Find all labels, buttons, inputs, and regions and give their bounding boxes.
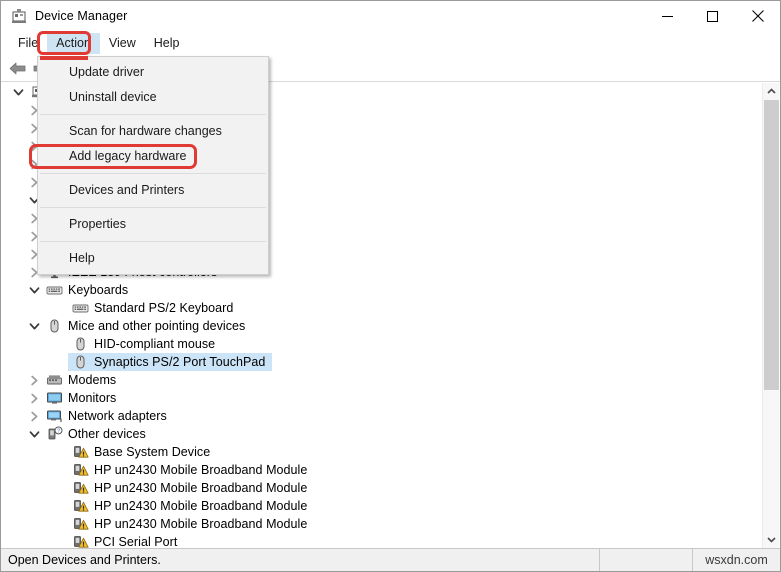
status-divider xyxy=(599,549,600,571)
menu-item-add-legacy-hardware[interactable]: Add legacy hardware xyxy=(38,144,268,169)
tree-item[interactable]: HID-compliant mouse xyxy=(2,335,762,353)
menu-file[interactable]: File xyxy=(9,33,47,54)
unknown-device-warning-icon xyxy=(72,498,89,514)
scroll-down-button[interactable] xyxy=(763,531,779,548)
tree-item[interactable]: Keyboards xyxy=(2,281,762,299)
menu-separator xyxy=(40,207,266,208)
menu-item-update-driver[interactable]: Update driver xyxy=(38,60,268,85)
monitor-icon xyxy=(46,390,63,406)
unknown-device-warning-icon xyxy=(72,462,89,478)
window-title: Device Manager xyxy=(35,9,128,23)
tree-item-label: HP un2430 Mobile Broadband Module xyxy=(94,517,308,531)
menu-action[interactable]: Action xyxy=(47,33,100,54)
tree-item-label: Mice and other pointing devices xyxy=(68,319,246,333)
tree-item-label: PCI Serial Port xyxy=(94,535,178,548)
menu-separator xyxy=(40,241,266,242)
mouse-icon xyxy=(72,336,89,352)
back-arrow-icon[interactable] xyxy=(5,58,29,80)
unknown-device-warning-icon xyxy=(72,444,89,460)
tree-item-label: HP un2430 Mobile Broadband Module xyxy=(94,499,308,513)
tree-item-label: Base System Device xyxy=(94,445,211,459)
keyboard-icon xyxy=(46,282,63,298)
menu-item-devices-and-printers[interactable]: Devices and Printers xyxy=(38,178,268,203)
menu-view[interactable]: View xyxy=(100,33,145,54)
tree-item[interactable]: HP un2430 Mobile Broadband Module xyxy=(2,497,762,515)
tree-item-selected[interactable]: Synaptics PS/2 Port TouchPad xyxy=(2,353,762,371)
menu-help[interactable]: Help xyxy=(145,33,189,54)
unknown-device-icon: ? xyxy=(46,426,63,442)
action-dropdown-menu[interactable]: Update driver Uninstall device Scan for … xyxy=(37,56,269,275)
chevron-right-icon[interactable] xyxy=(28,374,40,386)
svg-text:?: ? xyxy=(57,429,60,435)
tree-item[interactable]: Base System Device xyxy=(2,443,762,461)
device-manager-window: Device Manager File Action View Help Key… xyxy=(0,0,781,572)
menu-bar: File Action View Help xyxy=(1,31,780,56)
scrollbar-thumb[interactable] xyxy=(764,100,779,390)
chevron-down-icon[interactable] xyxy=(28,428,40,440)
chevron-down-icon[interactable] xyxy=(12,86,24,98)
mouse-icon xyxy=(46,318,63,334)
minimize-button[interactable] xyxy=(645,1,690,31)
tree-item[interactable]: Mice and other pointing devices xyxy=(2,317,762,335)
device-manager-icon xyxy=(11,8,27,24)
tree-item[interactable]: HP un2430 Mobile Broadband Module xyxy=(2,515,762,533)
unknown-device-warning-icon xyxy=(72,480,89,496)
tree-item-label: Synaptics PS/2 Port TouchPad xyxy=(94,355,266,369)
status-message: Open Devices and Printers. xyxy=(8,553,161,567)
tree-item[interactable]: HP un2430 Mobile Broadband Module xyxy=(2,479,762,497)
scroll-up-button[interactable] xyxy=(763,83,779,100)
tree-item[interactable]: ? Other devices xyxy=(2,425,762,443)
tree-item-label: Monitors xyxy=(68,391,117,405)
watermark: wsxdn.com xyxy=(705,553,768,567)
tree-item-label: HP un2430 Mobile Broadband Module xyxy=(94,481,308,495)
tree-item[interactable]: Modems xyxy=(2,371,762,389)
window-controls xyxy=(645,1,780,31)
tree-item[interactable]: Standard PS/2 Keyboard xyxy=(2,299,762,317)
annotation-action-underlap xyxy=(40,56,88,60)
menu-item-uninstall-device[interactable]: Uninstall device xyxy=(38,85,268,110)
tree-item-label: Standard PS/2 Keyboard xyxy=(94,301,234,315)
tree-item[interactable]: HP un2430 Mobile Broadband Module xyxy=(2,461,762,479)
menu-item-scan-for-hardware-changes[interactable]: Scan for hardware changes xyxy=(38,119,268,144)
menu-separator xyxy=(40,114,266,115)
tree-item-label: Other devices xyxy=(68,427,146,441)
chevron-right-icon[interactable] xyxy=(28,392,40,404)
close-button[interactable] xyxy=(735,1,780,31)
chevron-right-icon[interactable] xyxy=(28,410,40,422)
menu-separator xyxy=(40,173,266,174)
tree-item[interactable]: Monitors xyxy=(2,389,762,407)
menu-item-properties[interactable]: Properties xyxy=(38,212,268,237)
tree-item-label: Modems xyxy=(68,373,117,387)
maximize-button[interactable] xyxy=(690,1,735,31)
tree-item-label: HP un2430 Mobile Broadband Module xyxy=(94,463,308,477)
vertical-scrollbar[interactable] xyxy=(762,83,779,548)
tree-item-label: Network adapters xyxy=(68,409,167,423)
tree-item-label: Keyboards xyxy=(68,283,129,297)
unknown-device-warning-icon xyxy=(72,516,89,532)
tree-item[interactable]: PCI Serial Port xyxy=(2,533,762,548)
tree-item-label: HID-compliant mouse xyxy=(94,337,216,351)
unknown-device-warning-icon xyxy=(72,534,89,548)
modem-icon xyxy=(46,372,63,388)
status-bar: Open Devices and Printers. wsxdn.com xyxy=(1,548,780,571)
keyboard-icon xyxy=(72,300,89,316)
mouse-icon xyxy=(72,354,89,370)
chevron-down-icon[interactable] xyxy=(28,284,40,296)
title-bar: Device Manager xyxy=(1,1,780,31)
tree-item[interactable]: Network adapters xyxy=(2,407,762,425)
chevron-down-icon[interactable] xyxy=(28,320,40,332)
network-adapter-icon xyxy=(46,408,63,424)
menu-item-help[interactable]: Help xyxy=(38,246,268,271)
